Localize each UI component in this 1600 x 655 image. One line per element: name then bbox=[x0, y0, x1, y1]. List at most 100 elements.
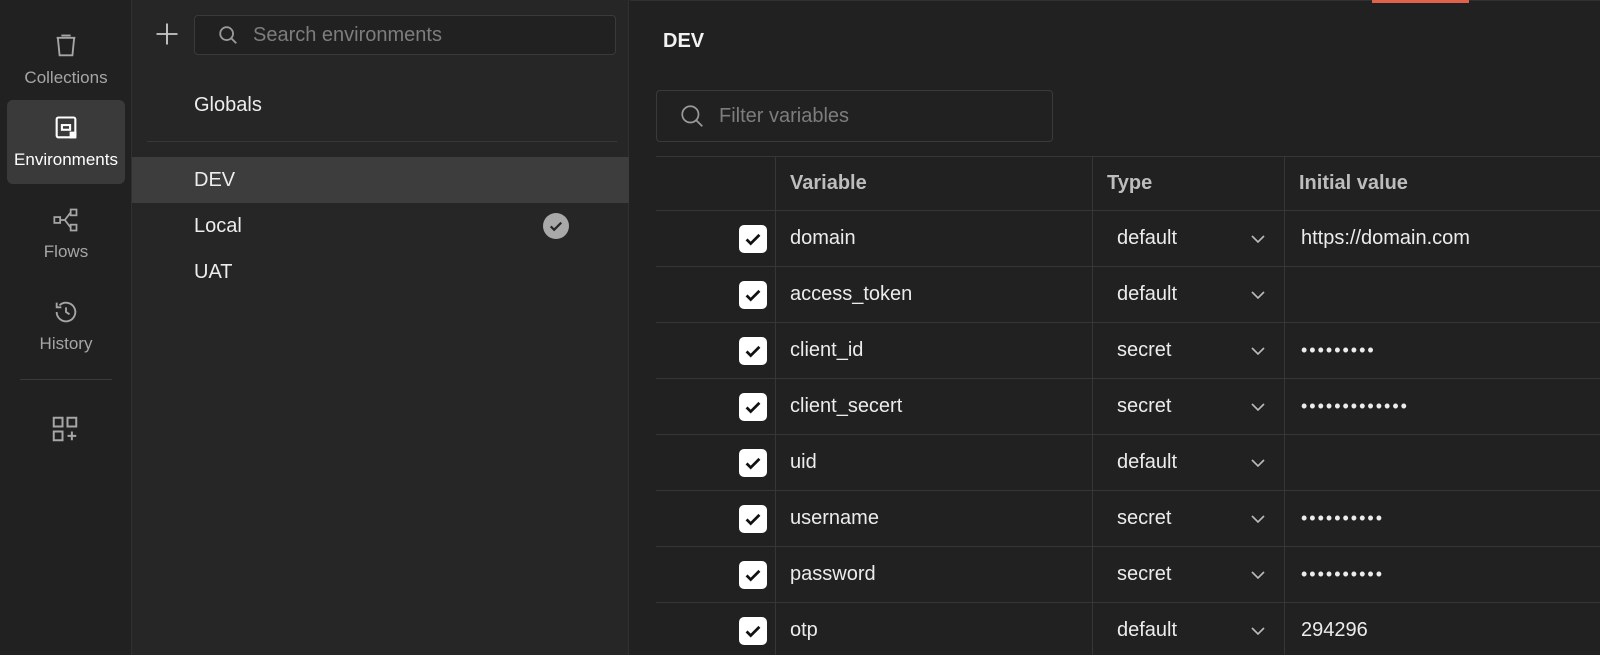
env-list-divider bbox=[147, 141, 617, 142]
variable-name-cell[interactable]: domain bbox=[776, 211, 1093, 266]
enable-checkbox[interactable] bbox=[739, 504, 767, 533]
variable-name-cell[interactable]: username bbox=[776, 491, 1093, 546]
type-value: secret bbox=[1117, 507, 1172, 529]
type-value: default bbox=[1117, 451, 1178, 473]
table-row: username secret •••••••••• bbox=[656, 490, 1600, 546]
enable-checkbox[interactable] bbox=[739, 280, 767, 309]
page-title: DEV bbox=[663, 30, 705, 52]
rail-item-label: Environments bbox=[14, 150, 118, 169]
enable-checkbox[interactable] bbox=[739, 224, 767, 253]
filter-variables-input[interactable] bbox=[719, 104, 1039, 128]
chevron-down-icon bbox=[1251, 514, 1265, 523]
chevron-down-icon bbox=[1251, 626, 1265, 635]
env-item-globals[interactable]: Globals bbox=[132, 82, 629, 128]
active-environment-check[interactable] bbox=[543, 213, 569, 239]
environment-icon bbox=[55, 116, 77, 139]
check-icon bbox=[745, 401, 761, 414]
column-header-initial-value: Initial value bbox=[1299, 172, 1408, 194]
table-row: access_token default bbox=[656, 266, 1600, 322]
column-header-type: Type bbox=[1093, 157, 1285, 210]
initial-value-cell[interactable]: •••••••••• bbox=[1285, 491, 1600, 546]
variables-table: Variable Type Initial value domain defau… bbox=[656, 156, 1600, 655]
variable-name-cell[interactable]: client_id bbox=[776, 323, 1093, 378]
env-item-label: Local bbox=[194, 214, 242, 237]
header-check-cell bbox=[656, 157, 776, 210]
type-value: default bbox=[1117, 283, 1178, 305]
check-icon bbox=[745, 345, 761, 358]
type-select[interactable]: default bbox=[1093, 435, 1285, 490]
initial-value-cell[interactable]: https://domain.com bbox=[1285, 211, 1600, 266]
chevron-down-icon bbox=[1251, 346, 1265, 355]
row-check-cell bbox=[656, 547, 776, 602]
enable-checkbox[interactable] bbox=[739, 616, 767, 645]
apps-add-button[interactable] bbox=[50, 414, 80, 444]
column-header-variable: Variable bbox=[776, 157, 1093, 210]
active-tab-indicator bbox=[1372, 0, 1469, 3]
check-icon bbox=[745, 289, 761, 302]
enable-checkbox[interactable] bbox=[739, 560, 767, 589]
type-value: default bbox=[1117, 619, 1178, 641]
search-icon bbox=[681, 105, 703, 127]
variable-name-cell[interactable]: password bbox=[776, 547, 1093, 602]
initial-value-cell[interactable]: ••••••••• bbox=[1285, 323, 1600, 378]
table-header: Variable Type Initial value bbox=[656, 156, 1600, 210]
type-select[interactable]: secret bbox=[1093, 491, 1285, 546]
initial-value-cell[interactable]: 294296 bbox=[1285, 603, 1600, 655]
rail-item-collections[interactable]: Collections bbox=[7, 18, 125, 102]
row-check-cell bbox=[656, 603, 776, 655]
variable-name-cell[interactable]: client_secert bbox=[776, 379, 1093, 434]
row-check-cell bbox=[656, 435, 776, 490]
icon-rail: Collections Environments Flows History bbox=[0, 0, 132, 655]
chevron-down-icon bbox=[1251, 458, 1265, 467]
env-item-dev[interactable]: DEV bbox=[132, 157, 629, 203]
rail-item-history[interactable]: History bbox=[7, 284, 125, 368]
history-icon bbox=[55, 301, 77, 323]
check-icon bbox=[745, 513, 761, 526]
initial-value-cell[interactable]: ••••••••••••• bbox=[1285, 379, 1600, 434]
check-icon bbox=[745, 569, 761, 582]
type-value: default bbox=[1117, 227, 1178, 249]
env-item-label: Globals bbox=[194, 93, 262, 116]
apps-add-icon bbox=[52, 416, 78, 442]
type-value: secret bbox=[1117, 563, 1172, 585]
plus-icon bbox=[156, 23, 178, 45]
table-row: domain default https://domain.com bbox=[656, 210, 1600, 266]
type-select[interactable]: secret bbox=[1093, 379, 1285, 434]
type-select[interactable]: default bbox=[1093, 211, 1285, 266]
type-select[interactable]: secret bbox=[1093, 323, 1285, 378]
flows-icon bbox=[53, 208, 78, 232]
check-icon bbox=[745, 457, 761, 470]
type-select[interactable]: default bbox=[1093, 267, 1285, 322]
row-check-cell bbox=[656, 491, 776, 546]
variable-name-cell[interactable]: access_token bbox=[776, 267, 1093, 322]
type-select[interactable]: secret bbox=[1093, 547, 1285, 602]
table-row: client_secert secret ••••••••••••• bbox=[656, 378, 1600, 434]
chevron-down-icon bbox=[1251, 570, 1265, 579]
chevron-down-icon bbox=[1251, 234, 1265, 243]
enable-checkbox[interactable] bbox=[739, 336, 767, 365]
rail-item-environments[interactable]: Environments bbox=[7, 100, 125, 184]
add-environment-button[interactable] bbox=[153, 20, 181, 48]
chevron-down-icon bbox=[1251, 290, 1265, 299]
initial-value-cell[interactable] bbox=[1285, 267, 1600, 322]
enable-checkbox[interactable] bbox=[739, 448, 767, 477]
initial-value-cell[interactable] bbox=[1285, 435, 1600, 490]
table-row: otp default 294296 bbox=[656, 602, 1600, 655]
search-environments-box bbox=[194, 15, 616, 55]
rail-item-label: History bbox=[39, 334, 93, 353]
type-select[interactable]: default bbox=[1093, 603, 1285, 655]
type-value: secret bbox=[1117, 395, 1172, 417]
check-icon bbox=[745, 233, 761, 246]
initial-value-cell[interactable]: •••••••••• bbox=[1285, 547, 1600, 602]
enable-checkbox[interactable] bbox=[739, 392, 767, 421]
rail-item-flows[interactable]: Flows bbox=[7, 192, 125, 276]
check-icon bbox=[745, 625, 761, 638]
variable-name-cell[interactable]: uid bbox=[776, 435, 1093, 490]
filter-variables-box bbox=[656, 90, 1053, 142]
row-check-cell bbox=[656, 379, 776, 434]
variable-name-cell[interactable]: otp bbox=[776, 603, 1093, 655]
env-item-uat[interactable]: UAT bbox=[132, 249, 629, 295]
check-icon bbox=[549, 221, 563, 232]
search-environments-input[interactable] bbox=[253, 23, 593, 47]
chevron-down-icon bbox=[1251, 402, 1265, 411]
